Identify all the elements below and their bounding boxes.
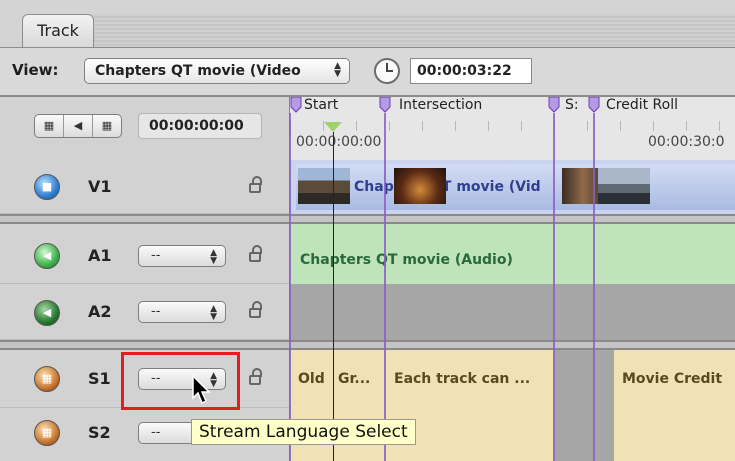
track-view-buttons[interactable]: ▦ ◀ ▦ bbox=[34, 114, 122, 138]
video-clip-name: Chapters QT movie (Vid bbox=[354, 179, 541, 195]
audio-view-icon[interactable]: ◀ bbox=[64, 115, 93, 137]
subtitle-clip[interactable]: Movie Credit bbox=[614, 350, 735, 408]
chapter-line bbox=[384, 113, 386, 461]
lane-gap bbox=[554, 408, 614, 461]
track-label-a2: A2 bbox=[88, 302, 112, 321]
subtitle-view-icon[interactable]: ▦ bbox=[93, 115, 121, 137]
timeline-ruler[interactable]: Start Intersection S: Credit Roll 00:00:… bbox=[289, 97, 735, 160]
subtitle-clip[interactable]: Gr... bbox=[334, 350, 386, 408]
view-select-value: Chapters QT movie (Video bbox=[95, 63, 301, 79]
subtitle-track-enable-icon[interactable]: ▦ bbox=[34, 420, 60, 446]
chapter-label-credit-roll: Credit Roll bbox=[606, 97, 678, 113]
track-header-v1: ■ V1 bbox=[0, 160, 289, 214]
lane-s1: Old Gr... Each track can ... Movie Credi… bbox=[289, 350, 735, 408]
chapter-line bbox=[553, 113, 555, 461]
stream-select-value: -- bbox=[151, 304, 161, 319]
audio-track-enable-icon[interactable]: ◀ bbox=[34, 300, 60, 326]
track-header-a2: ◀ A2 -- ▲ ▼ bbox=[0, 284, 289, 340]
up-down-arrows-icon: ▲ ▼ bbox=[210, 248, 217, 266]
track-label-s1: S1 bbox=[88, 369, 111, 388]
chapter-label-s: S: bbox=[565, 97, 579, 113]
track-label-s2: S2 bbox=[88, 423, 111, 442]
view-toolbar: View: Chapters QT movie (Video ▲ ▼ 00:00:… bbox=[0, 48, 735, 96]
stream-select-a2[interactable]: -- ▲ ▼ bbox=[138, 301, 226, 323]
up-down-arrows-icon: ▲ ▼ bbox=[334, 61, 341, 79]
stream-select-a1[interactable]: -- ▲ ▼ bbox=[138, 245, 226, 267]
lock-icon[interactable] bbox=[249, 368, 262, 385]
chapter-line bbox=[289, 113, 291, 461]
audio-clip-name: Chapters QT movie (Audio) bbox=[300, 252, 513, 268]
ruler-ticks bbox=[290, 121, 735, 131]
chapter-label-intersection: Intersection bbox=[399, 97, 483, 113]
subtitle-clip-text: Each track can ... bbox=[394, 371, 531, 387]
tab-track[interactable]: Track bbox=[22, 14, 94, 48]
video-thumbnail bbox=[598, 168, 650, 204]
subtitle-clip[interactable]: Each track can ... bbox=[386, 350, 554, 408]
subtitle-track-enable-icon[interactable]: ▦ bbox=[34, 366, 60, 392]
current-timecode-field[interactable]: 00:00:03:22 bbox=[410, 58, 532, 84]
chapter-marker-icon[interactable] bbox=[588, 97, 600, 113]
playhead-line bbox=[333, 132, 334, 461]
video-thumbnail bbox=[298, 168, 350, 204]
track-label-v1: V1 bbox=[88, 177, 112, 196]
highlight-box bbox=[121, 352, 240, 410]
track-header-a1: ◀ A1 -- ▲ ▼ bbox=[0, 224, 289, 284]
stream-select-value: -- bbox=[151, 425, 161, 440]
track-header-controls: ▦ ◀ ▦ 00:00:00:00 bbox=[0, 97, 289, 160]
track-label-a1: A1 bbox=[88, 246, 112, 265]
subtitle-clip[interactable]: Old bbox=[290, 350, 334, 408]
up-down-arrows-icon: ▲ ▼ bbox=[210, 304, 217, 322]
video-clip[interactable]: Chapters QT movie (Vid bbox=[296, 164, 735, 210]
chapter-marker-icon[interactable] bbox=[290, 97, 302, 113]
stream-select-value: -- bbox=[151, 248, 161, 263]
subtitle-clip-text: Movie Credit bbox=[622, 371, 723, 387]
chapter-marker-icon[interactable] bbox=[548, 97, 560, 113]
chapter-marker-icon[interactable] bbox=[379, 97, 391, 113]
clock-icon bbox=[374, 58, 400, 84]
header-timecode-field[interactable]: 00:00:00:00 bbox=[138, 113, 262, 139]
track-editor-window: Track View: Chapters QT movie (Video ▲ ▼ … bbox=[0, 0, 735, 461]
chapter-label-start: Start bbox=[304, 97, 339, 113]
ruler-timecode-start: 00:00:00:00 bbox=[296, 134, 382, 150]
lane-v1: Chapters QT movie (Vid bbox=[289, 160, 735, 214]
subtitle-clip-text: Gr... bbox=[338, 371, 371, 387]
audio-clip-top bbox=[290, 224, 735, 234]
lane-a1: Chapters QT movie (Audio) bbox=[289, 224, 735, 284]
tooltip: Stream Language Select bbox=[191, 419, 416, 445]
tab-bar-background bbox=[94, 14, 735, 47]
lane-a2 bbox=[289, 284, 735, 340]
subtitle-clip-text: Old bbox=[298, 371, 325, 387]
ruler-timecode-mid: 00:00:30:0 bbox=[648, 134, 725, 150]
audio-clip[interactable]: Chapters QT movie (Audio) bbox=[290, 234, 735, 284]
lock-icon[interactable] bbox=[249, 245, 262, 262]
view-select[interactable]: Chapters QT movie (Video ▲ ▼ bbox=[84, 58, 350, 84]
playhead-marker[interactable] bbox=[324, 122, 342, 132]
video-thumbnail bbox=[394, 168, 446, 204]
lock-icon[interactable] bbox=[249, 301, 262, 318]
video-track-enable-icon[interactable]: ■ bbox=[34, 174, 60, 200]
video-view-icon[interactable]: ▦ bbox=[35, 115, 64, 137]
view-label: View: bbox=[12, 61, 59, 79]
audio-track-enable-icon[interactable]: ◀ bbox=[34, 243, 60, 269]
lock-icon[interactable] bbox=[249, 176, 262, 193]
chapter-line bbox=[593, 113, 595, 461]
